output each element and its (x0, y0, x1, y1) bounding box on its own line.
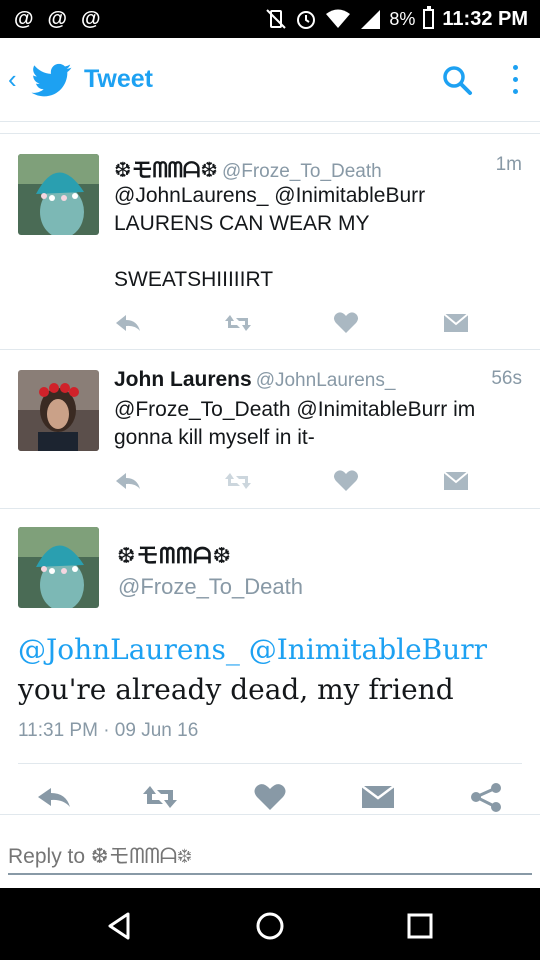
alarm-icon (297, 11, 316, 29)
retweet-icon[interactable] (224, 310, 252, 336)
page-title: Tweet (84, 65, 153, 93)
tweet-actions (114, 310, 474, 336)
home-circle-icon[interactable] (252, 908, 288, 944)
search-icon[interactable] (441, 64, 473, 96)
signal-icon (361, 10, 381, 29)
tweet-time: 56s (491, 368, 522, 389)
author-handle[interactable]: @JohnLaurens_ (256, 370, 396, 391)
author-handle[interactable]: @Froze_To_Death (118, 574, 303, 600)
tweet-time: 1m (495, 154, 522, 175)
status-bar: @ @ @ 8% 11:32 PM (0, 0, 540, 38)
battery-icon (423, 6, 435, 29)
tweet-actions (114, 468, 474, 494)
overflow-menu-icon[interactable] (513, 65, 518, 94)
author-handle[interactable]: @Froze_To_Death (222, 161, 382, 182)
share-icon[interactable] (468, 782, 504, 812)
reply-icon[interactable] (114, 310, 142, 336)
tweet-text: @Froze_To_Death @InimitableBurr im gonna… (114, 398, 476, 449)
tweet-body: you're already dead, my friend (18, 673, 454, 706)
avatar[interactable] (18, 154, 99, 235)
divider (18, 763, 522, 764)
retweet-icon[interactable] (142, 782, 178, 812)
back-button[interactable]: ‹ (0, 64, 30, 95)
mention-notification-icon: @ (14, 7, 34, 30)
navigation-bar (0, 888, 540, 960)
vibrate-off-icon (266, 9, 287, 29)
tweet-header: John Laurens @JohnLaurens_ 56s (114, 368, 522, 392)
clock: 11:32 PM (442, 7, 528, 30)
avatar[interactable] (18, 370, 99, 451)
reply-tweet[interactable]: ❆モᗰᗰᗩ❆ @Froze_To_Death 1m @JohnLaurens_ @… (0, 134, 540, 349)
mention-notification-icon: @ (47, 7, 68, 30)
mention-link[interactable]: @JohnLaurens_ (18, 633, 240, 666)
author-name[interactable]: ❆モᗰᗰᗩ❆ (114, 159, 218, 182)
author-name[interactable]: ❆モᗰᗰᗩ❆ (117, 538, 232, 570)
app-bar: ‹ Tweet (0, 38, 540, 122)
reply-input[interactable] (8, 841, 532, 875)
divider (0, 508, 540, 509)
tweet-text: @JohnLaurens_ @InimitableBurr LAURENS CA… (114, 184, 426, 291)
twitter-bird-icon (31, 63, 72, 96)
retweet-icon[interactable] (224, 468, 252, 494)
reply-icon[interactable] (114, 468, 142, 494)
like-icon[interactable] (332, 310, 360, 336)
notification-icons: @ @ @ (0, 8, 101, 31)
reply-icon[interactable] (36, 782, 72, 812)
tweet-text: @JohnLaurens_ @InimitableBurr you're alr… (18, 630, 528, 710)
message-icon[interactable] (360, 782, 396, 812)
recents-square-icon[interactable] (402, 908, 438, 944)
message-icon[interactable] (442, 310, 470, 336)
tweet-header: ❆モᗰᗰᗩ❆ @Froze_To_Death 1m (114, 154, 522, 184)
like-icon[interactable] (332, 468, 360, 494)
back-triangle-icon[interactable] (102, 908, 138, 944)
mention-notification-icon: @ (81, 7, 101, 30)
like-icon[interactable] (252, 782, 288, 812)
wifi-icon (326, 9, 351, 28)
author-name[interactable]: John Laurens (114, 368, 252, 391)
reply-bar (0, 814, 540, 888)
tweet-actions (0, 782, 540, 816)
mention-link[interactable]: @InimitableBurr (249, 633, 487, 666)
tweet-timestamp: 11:31 PM · 09 Jun 16 (18, 720, 199, 741)
reply-tweet[interactable]: John Laurens @JohnLaurens_ 56s @Froze_To_… (0, 350, 540, 508)
battery-percent: 8% (389, 8, 416, 29)
message-icon[interactable] (442, 468, 470, 494)
avatar[interactable] (18, 527, 99, 608)
